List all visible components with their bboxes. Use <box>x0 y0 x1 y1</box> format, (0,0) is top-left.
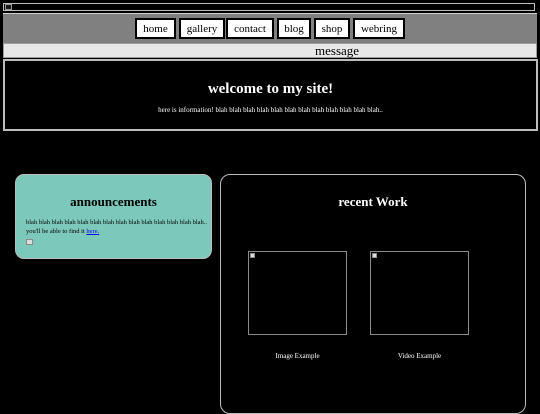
announcements-link[interactable]: here. <box>86 228 99 235</box>
message-text: message <box>315 43 360 58</box>
nav-bar: home gallery contact blog shop webring <box>3 13 537 43</box>
top-banner <box>3 3 535 11</box>
broken-image-icon <box>26 239 33 245</box>
nav-blog-button[interactable]: blog <box>277 18 311 39</box>
nav-contact-button[interactable]: contact <box>226 18 274 39</box>
welcome-title: welcome to my site! <box>207 81 334 97</box>
recent-work-panel: recent Work Image Example Video Example <box>220 174 526 414</box>
video-example-caption: Video Example <box>397 352 442 360</box>
welcome-panel: welcome to my site! here is information!… <box>3 59 538 131</box>
announcements-title: announcements <box>70 194 157 209</box>
recent-work-title: recent Work <box>338 194 408 209</box>
broken-image-icon <box>250 253 255 258</box>
video-example-thumbnail[interactable] <box>370 251 469 335</box>
announcements-text: blah blah blah blah blah blah blah blah … <box>26 219 208 235</box>
image-example-thumbnail[interactable] <box>248 251 347 335</box>
nav-shop-button[interactable]: shop <box>314 18 350 39</box>
nav-webring-button[interactable]: webring <box>353 18 405 39</box>
broken-image-icon <box>5 4 12 10</box>
nav-home-button[interactable]: home <box>135 18 176 39</box>
announcements-body: blah blah blah blah blah blah blah blah … <box>26 218 210 236</box>
image-example-caption: Image Example <box>275 352 320 360</box>
message-bar: message <box>3 43 537 58</box>
announcements-panel: announcements blah blah blah blah blah b… <box>15 174 212 259</box>
welcome-body: here is information! blah blah blah blah… <box>158 106 383 114</box>
broken-image-icon <box>372 253 377 258</box>
nav-gallery-button[interactable]: gallery <box>179 18 225 39</box>
